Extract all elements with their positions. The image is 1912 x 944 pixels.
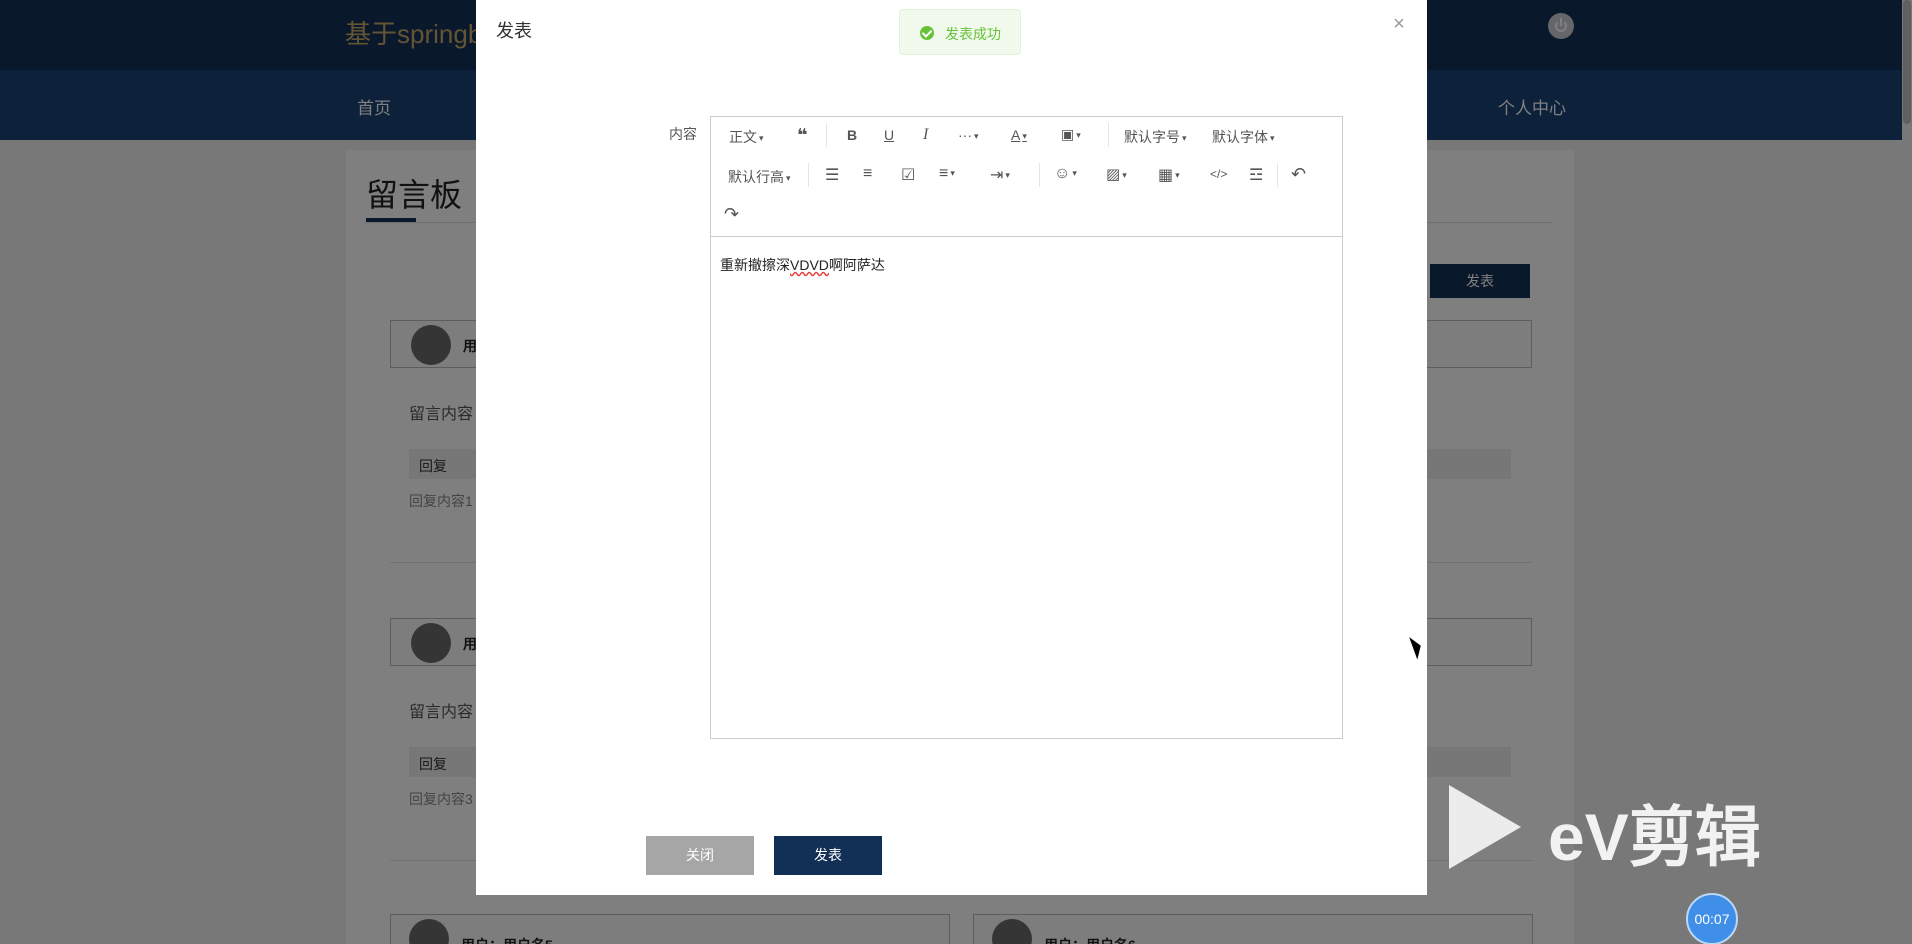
editor-content[interactable]: 重新撤擦深VDVD啊阿萨达 (720, 255, 885, 275)
bullet-list-icon[interactable]: ☰ (825, 165, 839, 185)
redo-icon[interactable]: ↷ (724, 204, 739, 225)
code-icon[interactable]: </> (1210, 167, 1227, 181)
font-size-dropdown[interactable]: 默认字号 ▾ (1124, 127, 1187, 147)
undo-icon[interactable]: ↶ (1291, 164, 1306, 185)
font-family-label: 默认字体 (1212, 129, 1268, 145)
toolbar-separator (1039, 163, 1040, 187)
dialog-title: 发表 (496, 21, 532, 41)
more-styles-dropdown[interactable]: ··· ▾ (958, 127, 979, 143)
more-label: ··· (958, 127, 972, 143)
image-icon[interactable]: ▨ ▾ (1106, 165, 1127, 183)
numbered-list-icon[interactable]: ≡ (863, 165, 872, 183)
blockquote-icon[interactable]: ❝ (797, 125, 808, 146)
toolbar-separator (1277, 163, 1278, 187)
success-check-icon (920, 26, 934, 40)
close-icon[interactable]: × (1389, 14, 1409, 34)
content-label: 内容 (669, 126, 697, 142)
paragraph-dropdown[interactable]: 正文 ▾ (729, 127, 764, 147)
todo-checkbox-icon[interactable]: ☑ (901, 165, 915, 185)
play-logo-icon (1449, 785, 1521, 869)
align-icon[interactable]: ≡ ▾ (939, 165, 955, 183)
editor-text-before: 重新撤擦深 (720, 257, 790, 273)
submit-post-button[interactable]: 发表 (774, 836, 882, 875)
editor-toolbar: 正文 ▾ ❝ B U I ··· ▾ A ▾ ▣ ▾ 默认字号 ▾ 默认字体 ▾ 默认行高 ▾… (711, 117, 1342, 237)
toast-message: 发表成功 (945, 26, 1001, 42)
table-icon[interactable]: ▦ ▾ (1158, 165, 1180, 185)
toolbar-separator (1108, 123, 1109, 147)
font-family-dropdown[interactable]: 默认字体 ▾ (1212, 127, 1275, 147)
emoji-icon[interactable]: ☺ ▾ (1054, 165, 1077, 183)
close-button[interactable]: 关闭 (646, 836, 754, 875)
underline-icon[interactable]: U (884, 127, 894, 143)
misspelled-word: VDVD (790, 257, 829, 273)
success-toast: 发表成功 (899, 9, 1021, 55)
font-size-label: 默认字号 (1124, 129, 1180, 145)
bold-icon[interactable]: B (847, 127, 857, 143)
watermark-text: eV剪辑 (1548, 800, 1761, 874)
divider-line-icon[interactable]: ☲ (1249, 165, 1263, 185)
background-color-icon[interactable]: ▣ ▾ (1061, 126, 1081, 143)
italic-icon[interactable]: I (923, 126, 928, 144)
paragraph-label: 正文 (729, 129, 757, 145)
toolbar-separator (808, 163, 809, 187)
font-color-icon[interactable]: A ▾ (1011, 127, 1027, 143)
indent-icon[interactable]: ⇥ ▾ (990, 165, 1010, 185)
post-dialog: 发表 × 内容 正文 ▾ ❝ B U I ··· ▾ A ▾ ▣ ▾ 默认字号 ▾ 默认字… (476, 0, 1427, 895)
recording-timer: 00:07 (1686, 893, 1738, 944)
line-height-dropdown[interactable]: 默认行高 ▾ (728, 167, 791, 187)
rich-text-editor: 正文 ▾ ❝ B U I ··· ▾ A ▾ ▣ ▾ 默认字号 ▾ 默认字体 ▾ 默认行高 ▾… (710, 116, 1343, 739)
line-height-label: 默认行高 (728, 169, 784, 185)
editor-text-after: 啊阿萨达 (828, 257, 885, 273)
toolbar-separator (826, 123, 827, 147)
